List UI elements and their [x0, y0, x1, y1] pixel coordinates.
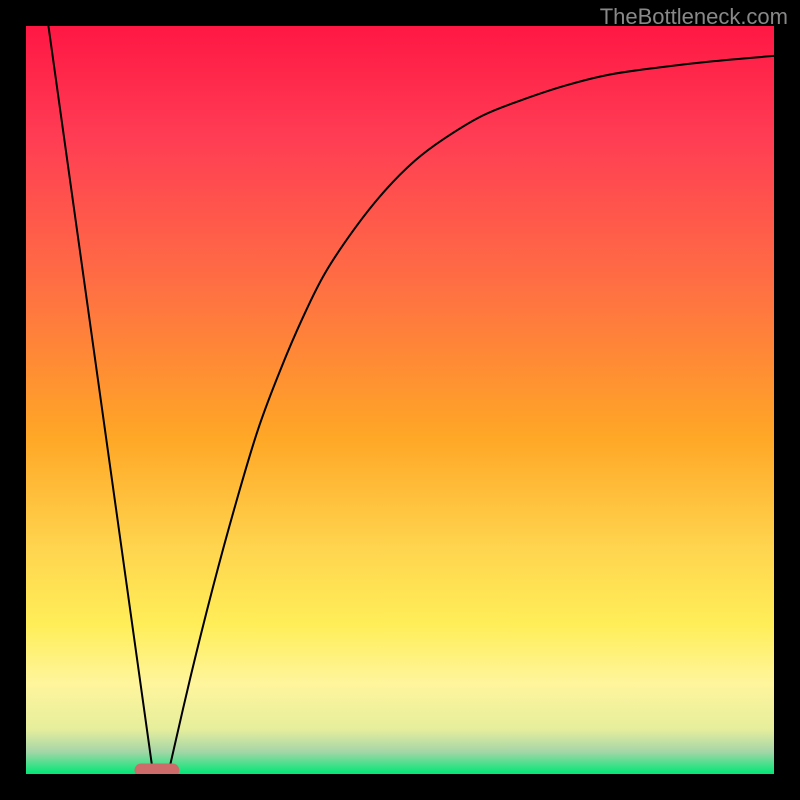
watermark-text: TheBottleneck.com	[600, 4, 788, 30]
chart-plot-area	[26, 26, 774, 774]
chart-svg	[26, 26, 774, 774]
chart-marker	[134, 764, 179, 774]
